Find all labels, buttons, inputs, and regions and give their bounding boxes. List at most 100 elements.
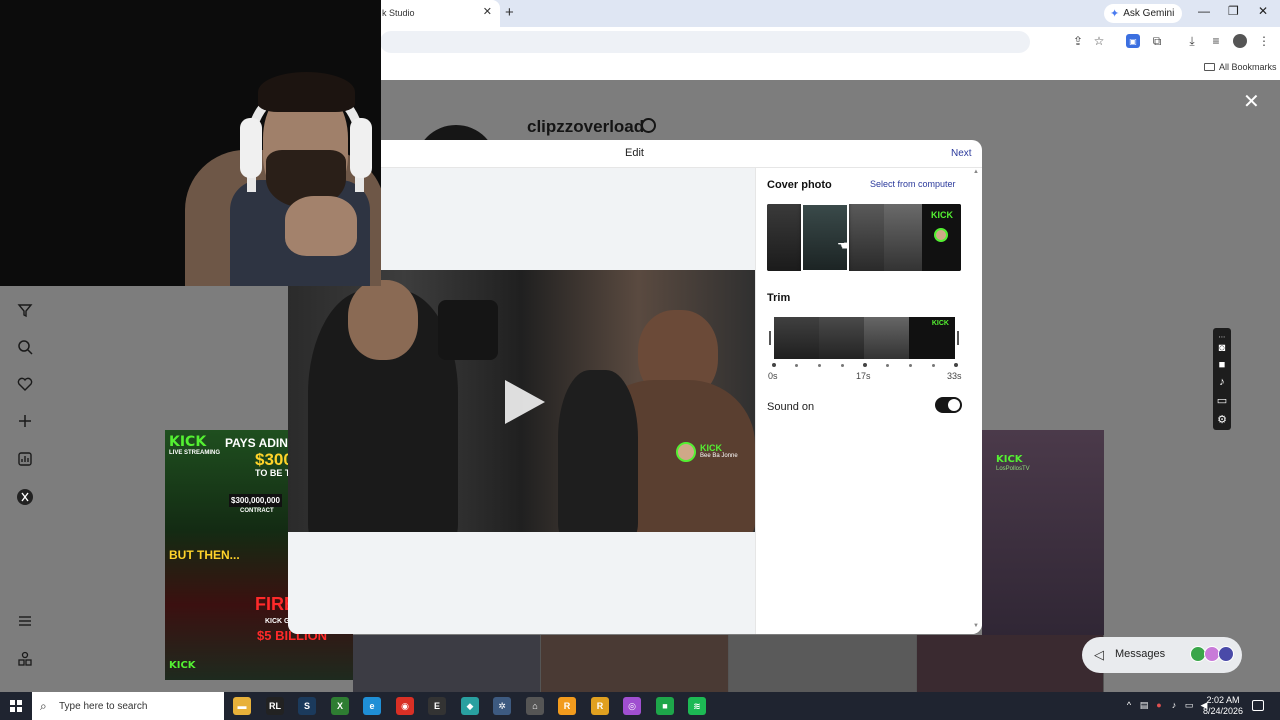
video-record-icon[interactable]: ■ xyxy=(1215,358,1229,372)
address-bar[interactable] xyxy=(380,31,1030,53)
messages-button[interactable]: ◁ Messages xyxy=(1082,637,1242,673)
new-tab-button[interactable]: + xyxy=(505,4,514,21)
sound-on-label: Sound on xyxy=(767,401,815,413)
download-icon[interactable]: ⤓ xyxy=(1185,34,1199,48)
kick-label: KICK xyxy=(700,443,722,453)
overlay-close-button[interactable]: ✕ xyxy=(1243,89,1260,114)
cover-frame[interactable]: KICK xyxy=(922,204,961,271)
gemini-sparkle-icon: ✦ xyxy=(1110,8,1120,20)
taskbar-search-input[interactable]: ⌕ Type here to search xyxy=(32,692,224,720)
restore-button[interactable]: ❐ xyxy=(1228,4,1239,18)
windows-taskbar: ⌕ Type here to search ▬ RL S Xe ◉ E ◆ ✲ ⌂ R R ◎ ■ ≋ ^… xyxy=(0,692,1280,720)
thumb-contract: $300,000,000 xyxy=(229,494,282,507)
steam-icon[interactable]: S xyxy=(298,697,316,715)
clock-time: 2:02 AM xyxy=(1206,695,1240,705)
ask-gemini-button[interactable]: ✦ Ask Gemini xyxy=(1104,4,1183,23)
heart-icon[interactable] xyxy=(16,375,34,393)
camera-icon[interactable]: ◙ xyxy=(1215,341,1229,355)
close-window-button[interactable]: ✕ xyxy=(1258,4,1268,18)
tab-title: k Studio xyxy=(382,8,415,18)
tray-app-icon[interactable]: ▤ xyxy=(1139,699,1149,711)
webcam-person-hair xyxy=(258,72,355,112)
rl-app-icon[interactable]: RL xyxy=(266,697,284,715)
video-thumbnail[interactable] xyxy=(541,635,729,692)
plus-icon[interactable] xyxy=(16,412,34,430)
trim-frame xyxy=(774,317,819,359)
epic-games-icon[interactable]: E xyxy=(428,697,446,715)
trim-label-mid: 17s xyxy=(856,371,871,381)
notification-icon[interactable] xyxy=(1252,700,1264,711)
tray-record-icon[interactable]: ● xyxy=(1154,699,1164,711)
analytics-icon[interactable] xyxy=(16,450,34,468)
bookmark-star-icon[interactable]: ☆ xyxy=(1092,34,1106,48)
rockstar-icon[interactable]: R xyxy=(558,697,576,715)
trim-left-handle[interactable] xyxy=(769,331,771,345)
message-avatar[interactable] xyxy=(1218,646,1234,662)
more-menu-icon[interactable]: ⋮ xyxy=(1257,34,1271,48)
microphone-icon[interactable]: ♪ xyxy=(1215,375,1229,389)
video-player[interactable]: KICK Bee Ba Jonne xyxy=(288,270,755,532)
mouse-app-icon[interactable]: ⌂ xyxy=(526,697,544,715)
media-controls-icon[interactable]: ≡ xyxy=(1209,34,1223,48)
video-thumbnail[interactable] xyxy=(729,635,917,692)
minimize-button[interactable]: — xyxy=(1198,4,1210,18)
filter-icon[interactable] xyxy=(16,301,34,319)
scroll-down-icon[interactable]: ▼ xyxy=(973,623,979,629)
tray-network-icon[interactable]: ▭ xyxy=(1184,699,1194,711)
menu-icon[interactable] xyxy=(16,612,34,630)
cover-photo-strip[interactable]: KICK ☚ xyxy=(767,204,961,271)
extension-blue-icon[interactable]: ▣ xyxy=(1126,34,1140,48)
xbox-icon[interactable]: X xyxy=(331,697,349,715)
trim-tick xyxy=(818,364,821,367)
scroll-up-icon[interactable]: ▲ xyxy=(973,169,979,175)
next-button[interactable]: Next xyxy=(951,148,972,159)
webcam-person-hand xyxy=(285,196,357,256)
video-thumbnail[interactable] xyxy=(917,635,1104,692)
app-teal-icon[interactable]: ◆ xyxy=(461,697,479,715)
edge-icon[interactable]: e xyxy=(363,697,381,715)
windows-start-icon[interactable] xyxy=(10,700,22,712)
video-kick-badge: KICK Bee Ba Jonne xyxy=(676,442,738,462)
chevron-up-icon[interactable]: ^ xyxy=(1124,699,1134,711)
app-globe-icon[interactable]: ✲ xyxy=(493,697,511,715)
tray-mic-icon[interactable]: ♪ xyxy=(1169,699,1179,711)
settings-ring-icon[interactable] xyxy=(641,118,656,133)
clock-date: 8/24/2026 xyxy=(1202,706,1244,716)
kick-logo-icon[interactable] xyxy=(16,488,34,506)
thumb-contract-sub: CONTRACT xyxy=(240,508,274,514)
all-bookmarks-button[interactable]: All Bookmarks xyxy=(1204,62,1277,72)
profile-avatar-icon[interactable] xyxy=(1233,34,1247,48)
trim-tick xyxy=(795,364,798,367)
thumb-right-handle: LosPollosTV xyxy=(996,466,1030,472)
kick-handle: Bee Ba Jonne xyxy=(700,453,738,459)
cover-frame[interactable] xyxy=(884,204,922,271)
spotify-icon[interactable]: ≋ xyxy=(688,697,706,715)
headphone-earcup xyxy=(350,118,372,178)
apps-grid-icon[interactable] xyxy=(16,650,34,668)
recorder-app-icon[interactable]: ◎ xyxy=(623,697,641,715)
cover-frame[interactable] xyxy=(767,204,801,271)
trim-right-handle[interactable] xyxy=(957,331,959,345)
browser-tab[interactable]: k Studio ✕ xyxy=(370,0,500,27)
webcam-overlay xyxy=(0,0,381,286)
taskbar-clock[interactable]: 2:02 AM 8/24/2026 xyxy=(1200,695,1246,717)
extensions-puzzle-icon[interactable]: ⧉ xyxy=(1150,34,1164,48)
trim-frame xyxy=(819,317,864,359)
cover-frame[interactable] xyxy=(849,204,884,271)
gear-icon[interactable]: ⚙ xyxy=(1215,412,1229,426)
file-explorer-icon[interactable]: ▬ xyxy=(233,697,251,715)
trim-strip[interactable]: KICK xyxy=(774,317,955,359)
play-icon[interactable] xyxy=(505,380,545,424)
chrome-icon[interactable]: ◉ xyxy=(396,697,414,715)
sound-toggle[interactable] xyxy=(935,397,962,413)
install-app-icon[interactable]: ⇪ xyxy=(1071,34,1085,48)
screen-icon[interactable]: ▭ xyxy=(1215,393,1229,407)
video-thumbnail[interactable] xyxy=(353,635,541,692)
green-app-icon[interactable]: ■ xyxy=(656,697,674,715)
video-thumbnail-row[interactable] xyxy=(353,635,1104,692)
search-icon[interactable] xyxy=(16,338,34,356)
tab-close-icon[interactable]: ✕ xyxy=(483,5,492,18)
rockstar-alt-icon[interactable]: R xyxy=(591,697,609,715)
select-from-computer-link[interactable]: Select from computer xyxy=(870,179,956,189)
trim-label-start: 0s xyxy=(768,371,778,381)
